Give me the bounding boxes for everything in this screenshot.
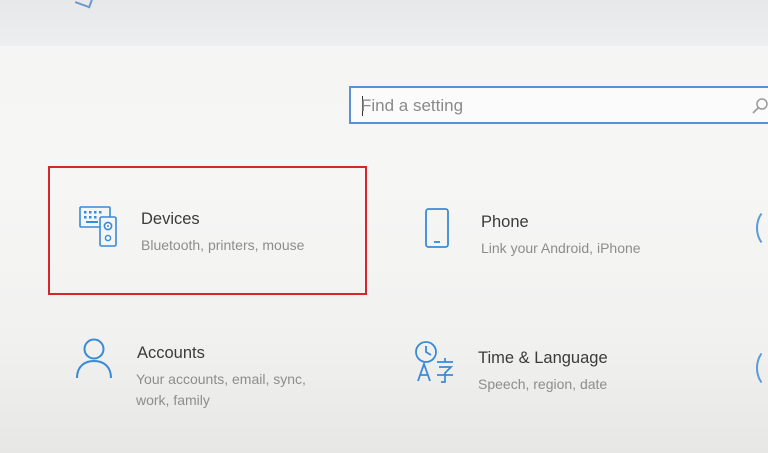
tile-title: Phone	[481, 213, 529, 231]
tile-description-line-1: Your accounts, email, sync,	[136, 371, 306, 387]
settings-tile-accounts[interactable]: Accounts Your accounts, email, sync, wor…	[74, 335, 364, 415]
tile-title: Time & Language	[478, 349, 608, 367]
title-bar-strip	[0, 0, 768, 46]
search-box[interactable]	[349, 86, 768, 124]
partial-tile-icon	[756, 208, 768, 248]
tile-description: Speech, region, date	[478, 376, 608, 392]
tile-title: Accounts	[137, 344, 205, 362]
partial-tile-icon	[756, 348, 768, 388]
settings-tile-phone[interactable]: Phone Link your Android, iPhone	[420, 204, 720, 274]
search-icon[interactable]	[751, 97, 768, 115]
tile-description: Link your Android, iPhone	[481, 240, 641, 256]
phone-icon	[425, 208, 449, 248]
back-arrow-fragment-icon	[74, 0, 94, 9]
tile-description-line-2: work, family	[136, 392, 210, 408]
time-language-icon	[415, 341, 454, 383]
search-input[interactable]	[361, 94, 721, 118]
person-icon	[76, 338, 112, 379]
settings-tile-time-language[interactable]: Time & Language Speech, region, date	[413, 340, 733, 410]
highlight-box	[48, 166, 367, 295]
